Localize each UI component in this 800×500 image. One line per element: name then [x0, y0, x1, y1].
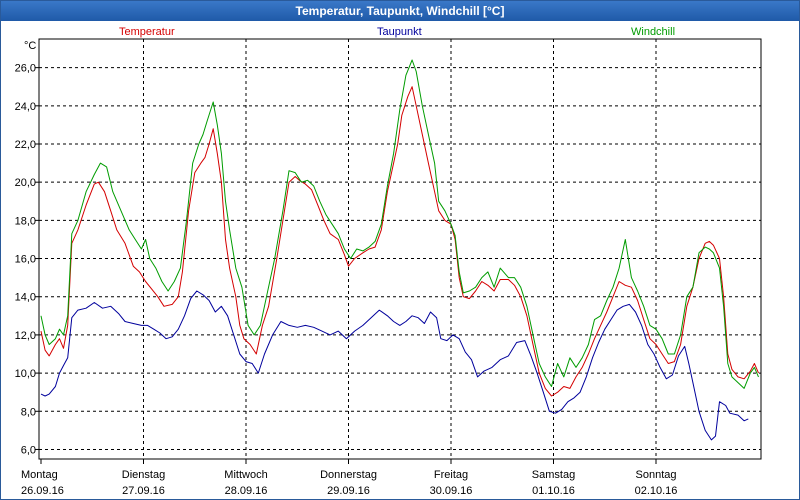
y-tick-label: 22,0 — [15, 139, 36, 151]
x-tick-date-label: 30.09.16 — [430, 485, 473, 497]
x-tick-date-label: 27.09.16 — [122, 485, 165, 497]
axis-ticks: 6,0 8,0 10,0 12,0 14,0 16,0 18,0 20,0 22,0 24,0 26… — [15, 63, 678, 497]
y-tick-label: 26,0 — [15, 63, 36, 75]
x-tick-day-label: Samstag — [532, 469, 575, 481]
y-tick-label: 8,0 — [21, 406, 36, 418]
legend-entry-windchill: Windchill — [631, 26, 675, 38]
x-tick-date-label: 28.09.16 — [225, 485, 268, 497]
x-tick-day-label: Sonntag — [636, 469, 677, 481]
y-tick-label: 6,0 — [21, 444, 36, 456]
y-tick-label: 18,0 — [15, 215, 36, 227]
x-tick-date-label: 01.10.16 — [532, 485, 575, 497]
x-tick-day-label: Montag — [21, 469, 58, 481]
y-tick-label: 16,0 — [15, 254, 36, 266]
series-lines — [40, 59, 759, 441]
legend: Temperatur Taupunkt Windchill — [119, 26, 675, 38]
x-tick-day-label: Donnerstag — [320, 469, 377, 481]
x-tick-date-label: 02.10.16 — [635, 485, 678, 497]
x-tick-date-label: 29.09.16 — [327, 485, 370, 497]
x-tick-day-label: Freitag — [434, 469, 468, 481]
x-tick-day-label: Mittwoch — [224, 469, 267, 481]
y-tick-label: 10,0 — [15, 368, 36, 380]
y-tick-label: 14,0 — [15, 292, 36, 304]
x-tick-date-label: 26.09.16 — [21, 485, 64, 497]
y-axis-unit-label: °C — [24, 40, 36, 52]
legend-entry-taupunkt: Taupunkt — [377, 26, 422, 38]
y-tick-label: 20,0 — [15, 177, 36, 189]
x-tick-day-label: Dienstag — [122, 469, 165, 481]
line-chart: 6,0 8,0 10,0 12,0 14,0 16,0 18,0 20,0 22,0 24,0 26… — [15, 26, 762, 497]
legend-entry-temperatur: Temperatur — [119, 26, 175, 38]
y-tick-label: 24,0 — [15, 101, 36, 113]
y-tick-label: 12,0 — [15, 330, 36, 342]
